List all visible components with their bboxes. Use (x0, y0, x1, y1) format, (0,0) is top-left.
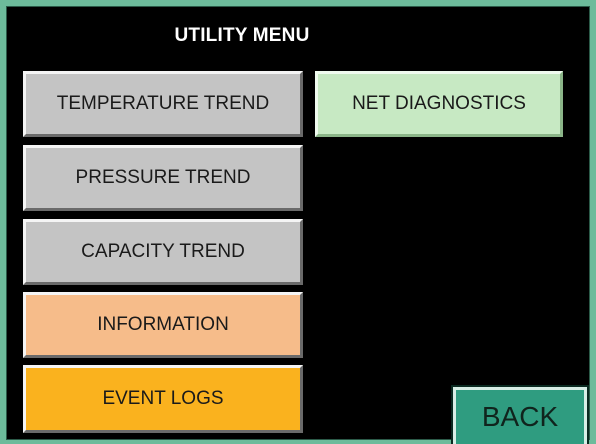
back-button[interactable]: BACK (451, 385, 589, 444)
pressure-trend-button[interactable]: PRESSURE TREND (23, 145, 303, 211)
temperature-trend-button[interactable]: TEMPERATURE TREND (23, 71, 303, 137)
capacity-trend-button[interactable]: CAPACITY TREND (23, 219, 303, 285)
hmi-screen: UTILITY MENU TEMPERATURE TREND PRESSURE … (0, 0, 596, 444)
information-button[interactable]: INFORMATION (23, 292, 303, 358)
page-title: UTILITY MENU (174, 25, 310, 46)
utility-menu-panel: UTILITY MENU TEMPERATURE TREND PRESSURE … (6, 6, 590, 444)
event-logs-button[interactable]: EVENT LOGS (23, 365, 303, 433)
net-diagnostics-button[interactable]: NET DIAGNOSTICS (315, 71, 563, 137)
